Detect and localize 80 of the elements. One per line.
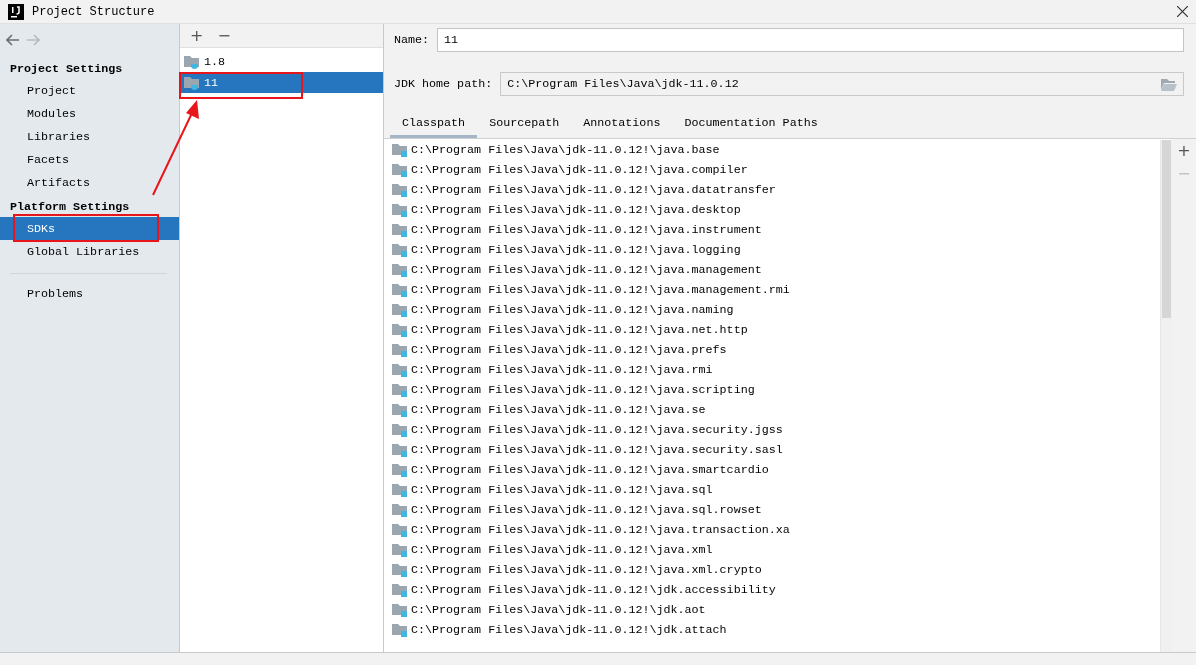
classpath-entry[interactable]: C:\Program Files\Java\jdk-11.0.12!\java.xml.crypto — [411, 563, 762, 577]
classpath-entry[interactable]: C:\Program Files\Java\jdk-11.0.12!\jdk.aot — [411, 603, 706, 617]
classpath-entry[interactable]: C:\Program Files\Java\jdk-11.0.12!\java.datatransfer — [411, 183, 776, 197]
folder-icon — [392, 623, 408, 637]
folder-icon — [392, 403, 408, 417]
folder-icon — [392, 583, 408, 597]
sidebar-item[interactable]: Artifacts — [0, 171, 179, 194]
sidebar-item[interactable]: Global Libraries — [0, 240, 179, 263]
back-arrow-icon[interactable] — [6, 34, 20, 46]
folder-icon — [392, 163, 408, 177]
folder-icon — [392, 263, 408, 277]
sidebar-item[interactable]: Modules — [0, 102, 179, 125]
classpath-entry[interactable]: C:\Program Files\Java\jdk-11.0.12!\java.scripting — [411, 383, 755, 397]
classpath-entry[interactable]: C:\Program Files\Java\jdk-11.0.12!\java.management.rmi — [411, 283, 790, 297]
classpath-entry[interactable]: C:\Program Files\Java\jdk-11.0.12!\java.compiler — [411, 163, 748, 177]
folder-icon — [392, 563, 408, 577]
folder-icon — [392, 223, 408, 237]
folder-icon — [392, 323, 408, 337]
folder-icon — [392, 383, 408, 397]
tab[interactable]: Sourcepath — [477, 110, 572, 138]
folder-icon — [392, 283, 408, 297]
sidebar-item[interactable]: Facets — [0, 148, 179, 171]
jdk-home-path-label: JDK home path: — [394, 77, 493, 91]
classpath-entry[interactable]: C:\Program Files\Java\jdk-11.0.12!\java.desktop — [411, 203, 741, 217]
folder-icon — [392, 603, 408, 617]
classpath-entry[interactable]: C:\Program Files\Java\jdk-11.0.12!\java.base — [411, 143, 720, 157]
folder-icon — [392, 523, 408, 537]
classpath-entry[interactable]: C:\Program Files\Java\jdk-11.0.12!\java.net.http — [411, 323, 748, 337]
sidebar-item[interactable]: Project — [0, 79, 179, 102]
folder-icon — [392, 343, 408, 357]
classpath-entry[interactable]: C:\Program Files\Java\jdk-11.0.12!\java.security.jgss — [411, 423, 783, 437]
window-title: Project Structure — [32, 4, 156, 19]
classpath-entry[interactable]: C:\Program Files\Java\jdk-11.0.12!\java.transaction.xa — [411, 523, 790, 537]
remove-button[interactable]: − — [215, 26, 233, 45]
classpath-entry[interactable]: C:\Program Files\Java\jdk-11.0.12!\java.smartcardio — [411, 463, 769, 477]
classpath-entry[interactable]: C:\Program Files\Java\jdk-11.0.12!\java.sql — [411, 483, 713, 497]
folder-icon — [392, 463, 408, 477]
add-button[interactable]: + — [188, 26, 206, 45]
classpath-entry[interactable]: C:\Program Files\Java\jdk-11.0.12!\java.xml — [411, 543, 713, 557]
section-title: Project Settings — [9, 61, 124, 78]
classpath-entry[interactable]: C:\Program Files\Java\jdk-11.0.12!\java.sql.rowset — [411, 503, 762, 517]
name-label: Name: — [394, 33, 430, 47]
folder-icon — [392, 183, 408, 197]
folder-icon — [392, 443, 408, 457]
folder-icon — [392, 423, 408, 437]
sdk-item[interactable]: 1.8 — [180, 51, 383, 72]
folder-icon — [392, 243, 408, 257]
classpath-entry[interactable]: C:\Program Files\Java\jdk-11.0.12!\java.prefs — [411, 343, 727, 357]
sidebar-item[interactable]: Problems — [0, 282, 179, 305]
sidebar-item[interactable]: Libraries — [0, 125, 179, 148]
sidebar-item[interactable]: SDKs — [0, 217, 179, 240]
classpath-entry[interactable]: C:\Program Files\Java\jdk-11.0.12!\java.naming — [411, 303, 734, 317]
folder-icon — [392, 203, 408, 217]
add-button[interactable]: + — [1177, 141, 1191, 160]
folder-icon — [392, 143, 408, 157]
classpath-entry[interactable]: C:\Program Files\Java\jdk-11.0.12!\java.se — [411, 403, 706, 417]
close-icon[interactable] — [1177, 6, 1188, 17]
sdk-item[interactable]: 11 — [180, 72, 383, 93]
jdk-folder-icon — [184, 75, 200, 90]
jdk-folder-icon — [184, 54, 200, 69]
classpath-entry[interactable]: C:\Program Files\Java\jdk-11.0.12!\java.security.sasl — [411, 443, 783, 457]
classpath-entry[interactable]: C:\Program Files\Java\jdk-11.0.12!\java.instrument — [411, 223, 762, 237]
classpath-entry[interactable]: C:\Program Files\Java\jdk-11.0.12!\java.management — [411, 263, 762, 277]
folder-icon — [392, 363, 408, 377]
tab[interactable]: Documentation Paths — [672, 110, 830, 138]
classpath-entry[interactable]: C:\Program Files\Java\jdk-11.0.12!\jdk.attach — [411, 623, 727, 637]
jdk-home-path-field[interactable]: C:\Program Files\Java\jdk-11.0.12 — [500, 72, 1184, 96]
folder-icon — [392, 483, 408, 497]
folder-icon — [392, 303, 408, 317]
app-logo-icon — [8, 3, 24, 20]
classpath-entry[interactable]: C:\Program Files\Java\jdk-11.0.12!\jdk.accessibility — [411, 583, 776, 597]
scrollbar[interactable] — [1160, 140, 1172, 652]
folder-open-icon[interactable] — [1161, 77, 1177, 91]
classpath-entry[interactable]: C:\Program Files\Java\jdk-11.0.12!\java.logging — [411, 243, 741, 257]
tab[interactable]: Annotations — [571, 110, 673, 138]
classpath-entry[interactable]: C:\Program Files\Java\jdk-11.0.12!\java.rmi — [411, 363, 713, 377]
name-field[interactable]: 11 — [437, 28, 1184, 52]
folder-icon — [392, 503, 408, 517]
section-title: Platform Settings — [9, 199, 131, 216]
folder-icon — [392, 543, 408, 557]
